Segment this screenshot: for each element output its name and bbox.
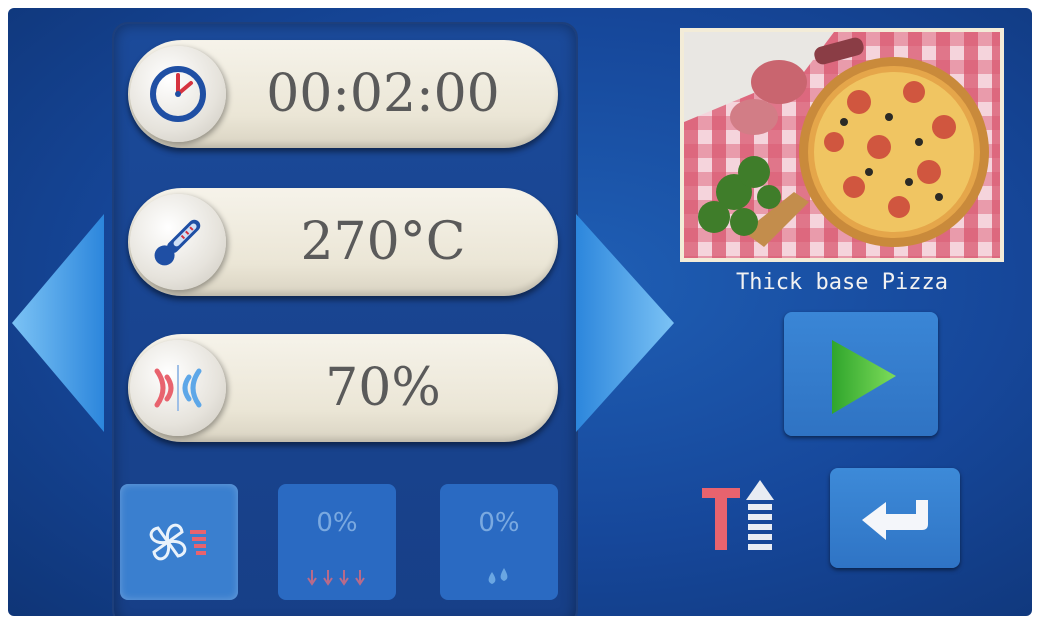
steam-drops-icon <box>307 570 365 586</box>
timer-field[interactable]: 00:02:00 <box>128 40 558 148</box>
play-icon <box>832 340 896 414</box>
steam-button[interactable]: 0% <box>278 484 396 600</box>
recipe-image <box>680 28 1004 262</box>
temperature-field[interactable]: 270°C <box>128 188 558 296</box>
start-button[interactable] <box>784 312 938 436</box>
return-icon <box>862 500 928 540</box>
oven-screen: 00:02:00 270°C 70% 0% 0% Thick base Pizz… <box>8 8 1032 616</box>
fan-button[interactable] <box>120 484 238 600</box>
next-arrow-icon[interactable] <box>576 214 674 432</box>
steam-value: 0% <box>316 508 358 538</box>
humidity-value: 0% <box>478 508 520 538</box>
clock-icon <box>130 46 226 142</box>
return-button[interactable] <box>830 468 960 568</box>
recipe-name: Thick base Pizza <box>736 270 948 295</box>
humidity-button[interactable]: 0% <box>440 484 558 600</box>
temperature-value: 270°C <box>300 212 466 272</box>
fan-icon <box>149 523 206 561</box>
temp-up-icon[interactable] <box>698 474 788 564</box>
power-field[interactable]: 70% <box>128 334 558 442</box>
previous-arrow-icon[interactable] <box>12 214 104 432</box>
timer-value: 00:02:00 <box>266 64 500 124</box>
airflow-icon <box>130 340 226 436</box>
power-value: 70% <box>325 358 441 418</box>
water-drops-icon <box>488 568 508 584</box>
thermometer-icon <box>130 194 226 290</box>
